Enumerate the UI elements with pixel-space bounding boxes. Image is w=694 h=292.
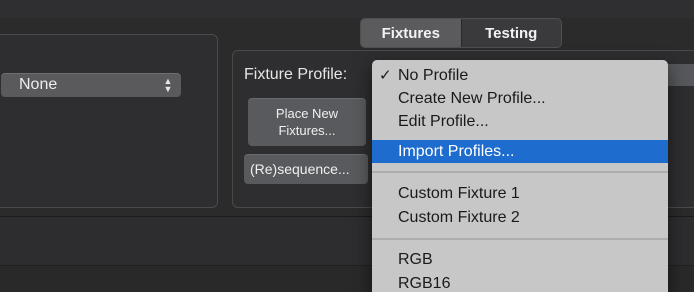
title-strip xyxy=(0,0,694,18)
menu-item-create-new-profile[interactable]: Create New Profile... xyxy=(372,87,668,110)
menu-item-import-profiles[interactable]: Import Profiles... xyxy=(372,140,668,163)
menu-item-edit-profile[interactable]: Edit Profile... xyxy=(372,110,668,133)
right-edge-control[interactable] xyxy=(664,64,694,86)
tab-testing[interactable]: Testing xyxy=(460,19,562,47)
app-window: None ▲ ▼ Fixtures Testing Fixture Profile… xyxy=(0,0,694,292)
menu-item-rgb[interactable]: RGB xyxy=(372,248,668,271)
menu-item-custom-fixture-1[interactable]: Custom Fixture 1 xyxy=(372,182,668,205)
up-down-chevron-icon: ▲ ▼ xyxy=(163,76,173,94)
menu-item-label: No Profile xyxy=(398,67,469,84)
tab-fixtures[interactable]: Fixtures xyxy=(361,19,461,47)
none-popup-button[interactable]: None ▲ ▼ xyxy=(1,73,181,97)
fixture-profile-menu: ✓ No Profile Create New Profile... Edit … xyxy=(372,60,668,292)
place-new-label-line1: Place New xyxy=(275,106,339,121)
menu-item-no-profile[interactable]: ✓ No Profile xyxy=(372,64,668,87)
menu-item-rgb16[interactable]: RGB16 xyxy=(372,272,668,292)
popup-value: None xyxy=(19,76,58,93)
tab-segmented-control: Fixtures Testing xyxy=(360,18,562,48)
menu-item-custom-fixture-2[interactable]: Custom Fixture 2 xyxy=(372,206,668,229)
menu-separator xyxy=(372,171,668,173)
place-new-label-line2: Fixtures... xyxy=(278,123,336,138)
menu-separator xyxy=(372,238,668,240)
fixture-profile-label: Fixture Profile: xyxy=(244,66,348,83)
checkmark-icon: ✓ xyxy=(379,67,392,84)
left-panel: None ▲ ▼ xyxy=(0,34,218,208)
place-new-fixtures-button[interactable]: Place New Fixtures... xyxy=(248,98,366,146)
resequence-button[interactable]: (Re)sequence... xyxy=(244,154,368,184)
